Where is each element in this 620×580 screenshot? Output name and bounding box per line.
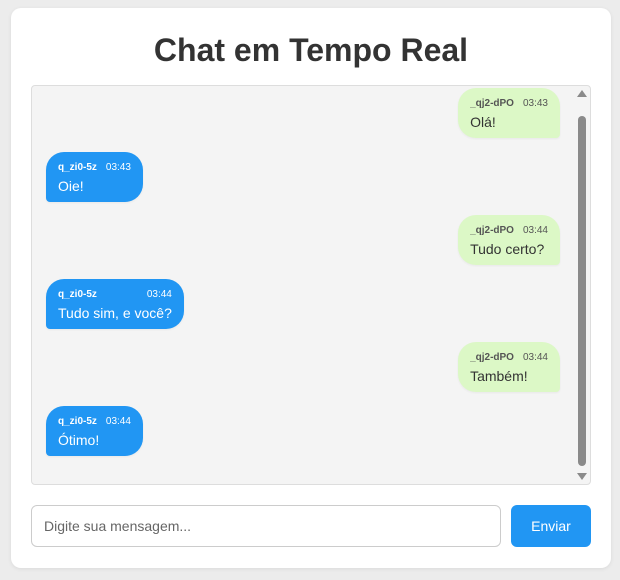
message-bubble-own: _qj2-dPO 03:44 Tudo certo? xyxy=(458,215,560,265)
message-author: q_zi0-5z xyxy=(58,416,97,427)
message-text: Também! xyxy=(470,368,528,384)
chat-messages-panel[interactable]: _qj2-dPO 03:43 Olá! q_zi0-5z 03:43 Oie! … xyxy=(31,85,591,485)
message-meta: _qj2-dPO 03:43 xyxy=(470,98,548,109)
message-bubble-other: q_zi0-5z 03:43 Oie! xyxy=(46,152,143,202)
chat-card: Chat em Tempo Real _qj2-dPO 03:43 Olá! q… xyxy=(11,8,611,568)
message-meta: q_zi0-5z 03:44 xyxy=(58,416,131,427)
message-time: 03:43 xyxy=(522,98,548,109)
message-text: Oie! xyxy=(58,178,84,194)
message-bubble-other: q_zi0-5z 03:44 Tudo sim, e você? xyxy=(46,279,184,329)
message-text: Olá! xyxy=(470,114,496,130)
message-time: 03:44 xyxy=(105,416,131,427)
message-text: Ótimo! xyxy=(58,432,100,448)
send-button[interactable]: Enviar xyxy=(511,505,591,547)
page-title: Chat em Tempo Real xyxy=(153,32,469,68)
scroll-up-arrow-icon[interactable] xyxy=(577,90,587,97)
messages-scrollbar[interactable] xyxy=(574,86,590,484)
message-meta: _qj2-dPO 03:44 xyxy=(470,225,548,236)
scrollbar-thumb[interactable] xyxy=(578,116,586,466)
message-bubble-other: q_zi0-5z 03:44 Ótimo! xyxy=(46,406,143,456)
message-meta: _qj2-dPO 03:44 xyxy=(470,352,548,363)
message-list: _qj2-dPO 03:43 Olá! q_zi0-5z 03:43 Oie! … xyxy=(32,86,572,484)
scroll-down-arrow-icon[interactable] xyxy=(577,473,587,480)
message-meta: q_zi0-5z 03:43 xyxy=(58,162,131,173)
message-time: 03:43 xyxy=(105,162,131,173)
message-author: _qj2-dPO xyxy=(470,225,514,236)
message-bubble-own: _qj2-dPO 03:44 Também! xyxy=(458,342,560,392)
message-author: q_zi0-5z xyxy=(58,162,97,173)
message-time: 03:44 xyxy=(522,225,548,236)
message-composer: Enviar xyxy=(31,505,591,547)
message-meta: q_zi0-5z 03:44 xyxy=(58,289,172,300)
message-author: q_zi0-5z xyxy=(58,289,97,300)
message-bubble-own: _qj2-dPO 03:43 Olá! xyxy=(458,88,560,138)
message-text: Tudo certo? xyxy=(470,241,545,257)
message-input[interactable] xyxy=(31,505,501,547)
message-text: Tudo sim, e você? xyxy=(58,305,172,321)
message-author: _qj2-dPO xyxy=(470,352,514,363)
message-time: 03:44 xyxy=(146,289,172,300)
message-author: _qj2-dPO xyxy=(470,98,514,109)
message-time: 03:44 xyxy=(522,352,548,363)
